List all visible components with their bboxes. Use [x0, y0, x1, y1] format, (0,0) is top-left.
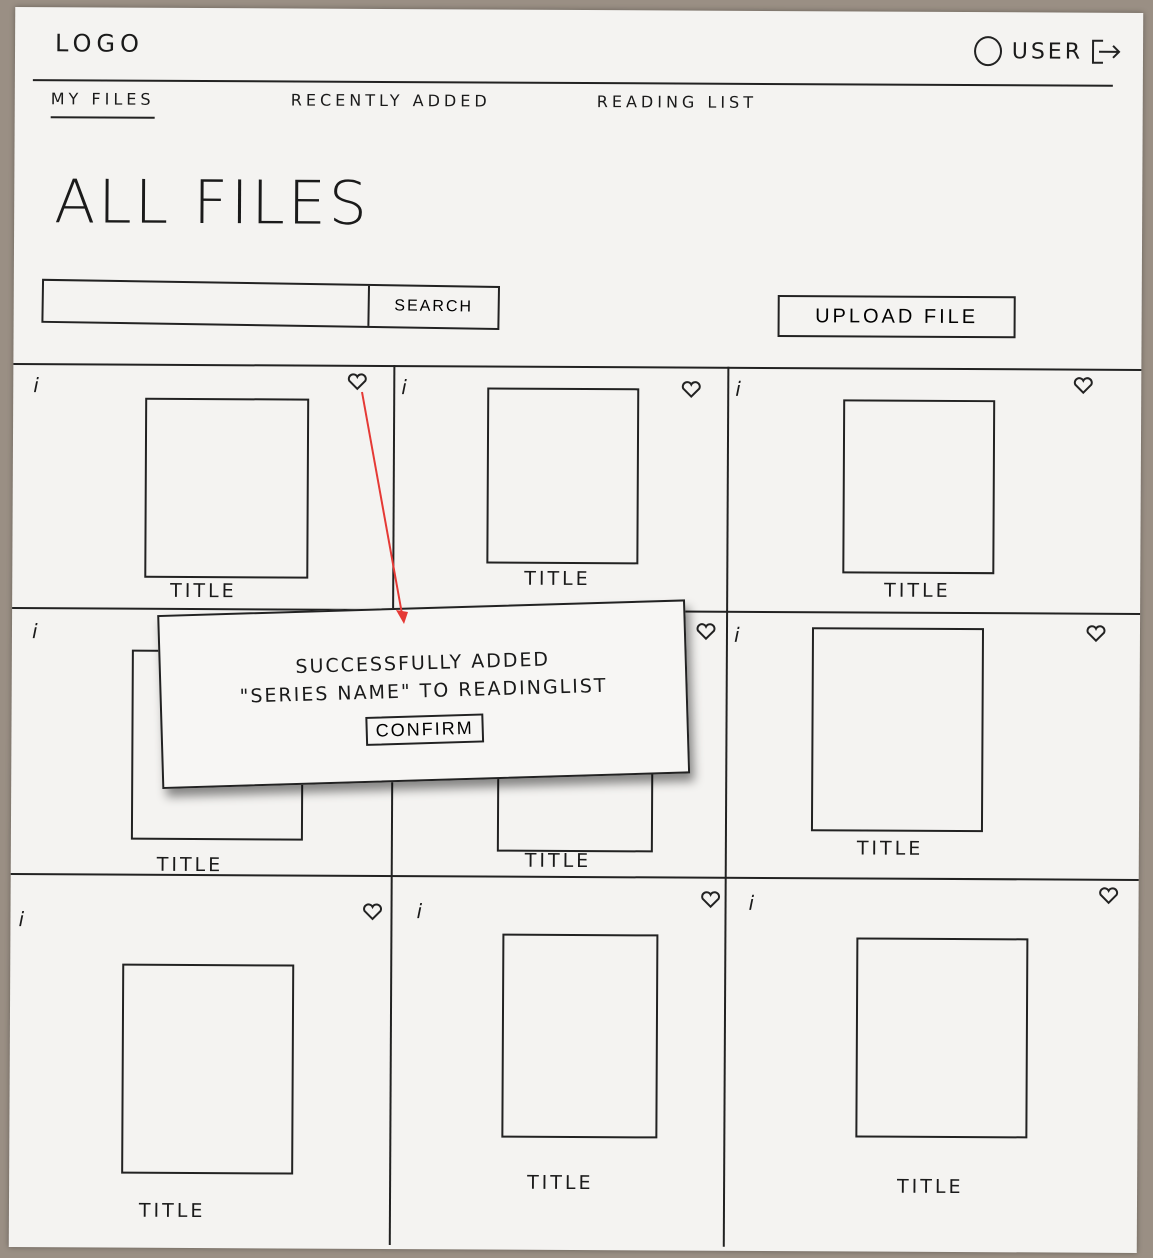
file-title: TITLE	[156, 853, 224, 877]
logo[interactable]: LOGO	[55, 29, 144, 57]
user-avatar-icon	[973, 36, 1002, 67]
heart-icon[interactable]	[1073, 377, 1093, 395]
info-icon[interactable]: i	[735, 377, 741, 401]
file-thumbnail	[486, 387, 640, 565]
info-icon[interactable]: i	[32, 619, 38, 643]
file-title: TITLE	[884, 579, 951, 602]
info-icon[interactable]: i	[749, 891, 755, 915]
info-icon[interactable]: i	[18, 907, 24, 931]
file-thumbnail	[810, 627, 985, 833]
info-icon[interactable]: i	[401, 375, 407, 399]
file-title: TITLE	[897, 1175, 964, 1199]
user-label: USER	[1011, 38, 1084, 65]
grid-line	[13, 363, 1142, 371]
file-title: TITLE	[170, 579, 237, 603]
info-icon[interactable]: i	[734, 623, 740, 647]
nav-tabs: MY FILES RECENTLY ADDED READING LIST	[50, 89, 1143, 135]
file-thumbnail	[855, 937, 1029, 1139]
search-button[interactable]: SEARCH	[367, 285, 498, 328]
file-title: TITLE	[524, 567, 591, 591]
header-divider	[32, 79, 1113, 87]
file-title: TITLE	[527, 1171, 594, 1195]
upload-file-button[interactable]: UPLOAD FILE	[777, 295, 1016, 339]
heart-icon[interactable]	[347, 373, 367, 391]
file-thumbnail	[501, 933, 659, 1139]
heart-icon[interactable]	[696, 623, 716, 641]
file-title: TITLE	[856, 837, 924, 860]
grid-line	[722, 366, 730, 1247]
heart-icon[interactable]	[681, 381, 701, 399]
tab-recently-added[interactable]: RECENTLY ADDED	[291, 90, 491, 118]
user-menu[interactable]: USER	[973, 36, 1084, 67]
tab-reading-list[interactable]: READING LIST	[597, 92, 757, 120]
success-message: SUCCESSFULLY ADDED "SERIES NAME" TO READ…	[160, 641, 685, 713]
search-bar: SEARCH	[41, 278, 501, 330]
heart-icon[interactable]	[701, 891, 721, 909]
heart-icon[interactable]	[1099, 887, 1119, 905]
file-title: TITLE	[524, 849, 592, 873]
file-thumbnail	[144, 397, 310, 579]
wireframe-page: LOGO USER MY FILES RECENTLY ADDED READIN…	[8, 7, 1144, 1253]
file-thumbnail	[121, 963, 295, 1175]
grid-line	[388, 365, 396, 1246]
heart-icon[interactable]	[1086, 625, 1106, 643]
info-icon[interactable]: i	[416, 899, 422, 923]
tab-my-files[interactable]: MY FILES	[50, 89, 155, 119]
page-title: ALL FILES	[54, 167, 371, 239]
logout-icon[interactable]	[1089, 37, 1123, 67]
success-dialog: SUCCESSFULLY ADDED "SERIES NAME" TO READ…	[157, 599, 691, 789]
search-input[interactable]	[43, 280, 369, 326]
file-title: TITLE	[138, 1199, 206, 1223]
file-thumbnail	[842, 399, 996, 575]
info-icon[interactable]: i	[33, 373, 39, 397]
heart-icon[interactable]	[362, 903, 382, 921]
confirm-button[interactable]: CONFIRM	[365, 713, 485, 746]
